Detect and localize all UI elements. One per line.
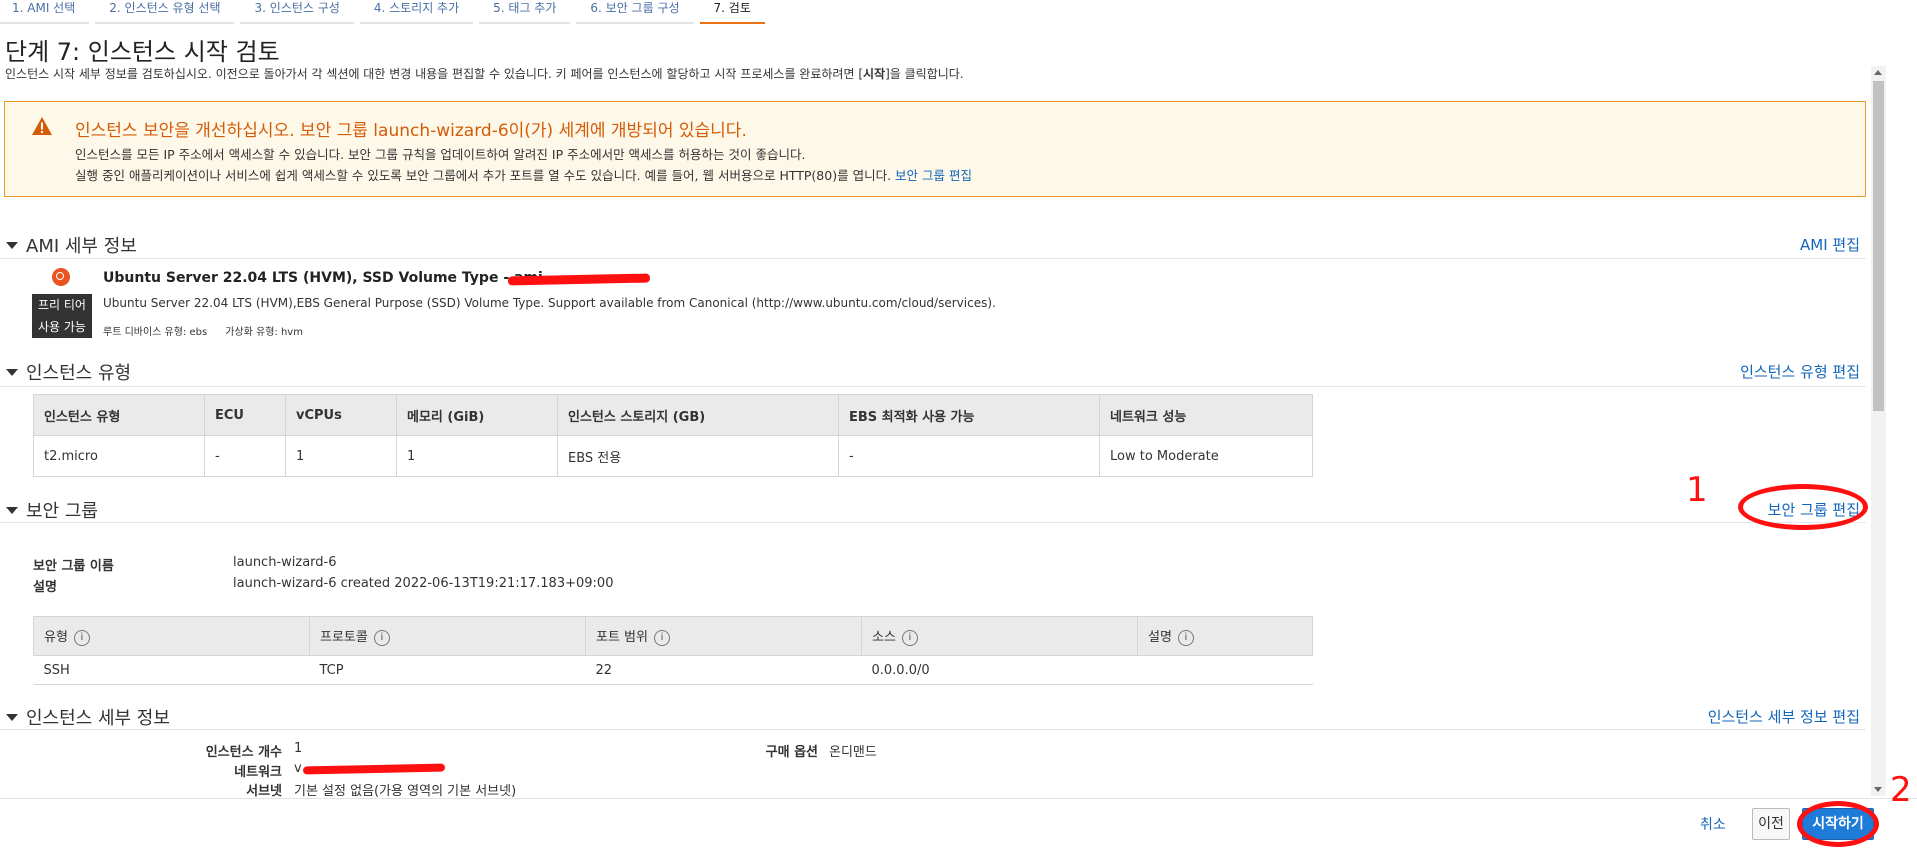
section-divider <box>0 729 1866 730</box>
section-divider <box>0 258 1866 259</box>
column-header: 설명 i <box>1137 616 1313 656</box>
info-icon[interactable]: i <box>73 629 90 646</box>
instance-type-table: 인스턴스 유형 ECU vCPUs 메모리 (GiB) 인스턴스 스토리지 (G… <box>33 394 1313 477</box>
subnet-label: 서브넷 <box>246 784 282 799</box>
purchase-option-value: 온디맨드 <box>829 745 877 760</box>
annotation-circle-2 <box>1797 801 1879 847</box>
subnet-value: 기본 설정 없음(가용 영역의 기본 서브넷) <box>294 784 517 799</box>
table-header-row: 유형 i 프로토콜 i 포트 범위 i 소스 i 설명 i <box>33 616 1313 656</box>
collapse-triangle-icon[interactable] <box>6 368 18 376</box>
tab-configure-security-group[interactable]: 6. 보안 그룹 구성 <box>576 0 694 24</box>
table-cell: 1 <box>396 435 558 477</box>
instance-count-label: 인스턴스 개수 <box>205 745 282 760</box>
cancel-button[interactable]: 취소 <box>1700 814 1726 834</box>
sg-name-label: 보안 그룹 이름 <box>33 559 114 574</box>
ami-section-header[interactable]: AMI 세부 정보 <box>6 232 137 258</box>
collapse-triangle-icon[interactable] <box>6 713 18 721</box>
scroll-up-icon[interactable] <box>1874 70 1882 75</box>
table-cell: EBS 전용 <box>557 435 839 477</box>
annotation-mark-2: 2 <box>1890 770 1912 810</box>
table-cell: Low to Moderate <box>1099 435 1313 477</box>
purchase-option-label: 구매 옵션 <box>765 745 818 760</box>
table-cell: - <box>838 435 1100 477</box>
scroll-down-icon[interactable] <box>1874 787 1882 792</box>
table-cell <box>1137 655 1313 685</box>
collapse-triangle-icon[interactable] <box>6 506 18 514</box>
page-title: 단계 7: 인스턴스 시작 검토 <box>5 38 280 66</box>
tab-add-tags[interactable]: 5. 태그 추가 <box>479 0 571 24</box>
previous-button[interactable]: 이전 <box>1752 808 1790 840</box>
security-group-section-header[interactable]: 보안 그룹 <box>6 497 98 523</box>
column-header: 인스턴스 스토리지 (GB) <box>557 394 839 436</box>
table-cell: SSH <box>33 655 310 685</box>
ami-name: Ubuntu Server 22.04 LTS (HVM), SSD Volum… <box>103 270 549 286</box>
tab-choose-instance-type[interactable]: 2. 인스턴스 유형 선택 <box>95 0 235 24</box>
column-header: 인스턴스 유형 <box>33 394 205 436</box>
tab-configure-instance[interactable]: 3. 인스턴스 구성 <box>240 0 354 24</box>
instance-type-section-header[interactable]: 인스턴스 유형 <box>6 359 131 385</box>
network-value: v <box>294 761 302 776</box>
edit-instance-type-link[interactable]: 인스턴스 유형 편집 <box>1660 361 1860 382</box>
security-warning-box: 인스턴스 보안을 개선하십시오. 보안 그룹 launch-wizard-6이(… <box>4 101 1866 197</box>
scrollbar-thumb[interactable] <box>1873 81 1884 411</box>
redaction-mark <box>302 763 446 775</box>
page-subtitle: 인스턴스 시작 세부 정보를 검토하십시오. 이전으로 돌아가서 각 섹션에 대… <box>5 67 964 81</box>
info-icon[interactable]: i <box>1177 629 1194 646</box>
sg-name-value: launch-wizard-6 <box>233 555 337 570</box>
column-header: 메모리 (GiB) <box>396 394 558 436</box>
footer-divider <box>0 798 1917 799</box>
ami-description: Ubuntu Server 22.04 LTS (HVM),EBS Genera… <box>103 296 996 310</box>
table-cell: t2.micro <box>33 435 205 477</box>
annotation-circle-1 <box>1738 484 1868 530</box>
ubuntu-logo-icon <box>52 268 70 286</box>
info-icon[interactable]: i <box>901 629 918 646</box>
table-row: t2.micro - 1 1 EBS 전용 - Low to Moderate <box>33 435 1313 477</box>
table-cell: TCP <box>309 655 586 685</box>
instance-count-value: 1 <box>294 741 303 756</box>
table-cell: 1 <box>285 435 397 477</box>
table-row: SSH TCP 22 0.0.0.0/0 <box>33 655 1313 685</box>
vertical-scrollbar[interactable] <box>1871 66 1886 796</box>
table-header-row: 인스턴스 유형 ECU vCPUs 메모리 (GiB) 인스턴스 스토리지 (G… <box>33 394 1313 436</box>
warning-title: 인스턴스 보안을 개선하십시오. 보안 그룹 launch-wizard-6이(… <box>75 121 747 141</box>
warning-line-1: 인스턴스를 모든 IP 주소에서 액세스할 수 있습니다. 보안 그룹 규칙을 … <box>75 147 806 162</box>
column-header: 네트워크 성능 <box>1099 394 1313 436</box>
annotation-mark-1: 1 <box>1686 470 1708 510</box>
section-divider <box>0 386 1866 387</box>
warning-icon <box>32 117 52 135</box>
column-header: ECU <box>204 394 286 436</box>
column-header: 포트 범위 i <box>585 616 862 656</box>
info-icon[interactable]: i <box>373 629 390 646</box>
table-cell: 22 <box>585 655 862 685</box>
edit-instance-details-link[interactable]: 인스턴스 세부 정보 편집 <box>1640 706 1860 727</box>
warning-edit-security-group-link[interactable]: 보안 그룹 편집 <box>895 168 972 183</box>
column-header: 프로토콜 i <box>309 616 586 656</box>
info-icon[interactable]: i <box>653 629 670 646</box>
tab-review[interactable]: 7. 검토 <box>699 0 765 24</box>
tab-choose-ami[interactable]: 1. AMI 선택 <box>0 0 90 24</box>
column-header: EBS 최적화 사용 가능 <box>838 394 1100 436</box>
collapse-triangle-icon[interactable] <box>6 241 18 249</box>
free-tier-badge: 프리 티어 사용 가능 <box>32 294 92 338</box>
security-rules-table: 유형 i 프로토콜 i 포트 범위 i 소스 i 설명 i SSH TCP 22 0.0.… <box>33 616 1313 685</box>
section-divider <box>0 522 1866 523</box>
warning-line-2: 실행 중인 애플리케이션이나 서비스에 쉽게 액세스할 수 있도록 보안 그룹에… <box>75 168 972 183</box>
ami-meta: 루트 디바이스 유형: ebs 가상화 유형: hvm <box>103 327 303 338</box>
tab-add-storage[interactable]: 4. 스토리지 추가 <box>359 0 474 24</box>
edit-ami-link[interactable]: AMI 편집 <box>1760 234 1860 255</box>
table-cell: - <box>204 435 286 477</box>
sg-description-label: 설명 <box>33 580 57 595</box>
wizard-tabs: 1. AMI 선택 2. 인스턴스 유형 선택 3. 인스턴스 구성 4. 스토… <box>0 0 1917 24</box>
sg-description-value: launch-wizard-6 created 2022-06-13T19:21… <box>233 576 614 591</box>
instance-details-section-header[interactable]: 인스턴스 세부 정보 <box>6 704 170 730</box>
column-header: 유형 i <box>33 616 310 656</box>
column-header: 소스 i <box>861 616 1138 656</box>
column-header: vCPUs <box>285 394 397 436</box>
table-cell: 0.0.0.0/0 <box>861 655 1138 685</box>
redaction-mark <box>507 273 651 286</box>
network-label: 네트워크 <box>234 765 282 780</box>
